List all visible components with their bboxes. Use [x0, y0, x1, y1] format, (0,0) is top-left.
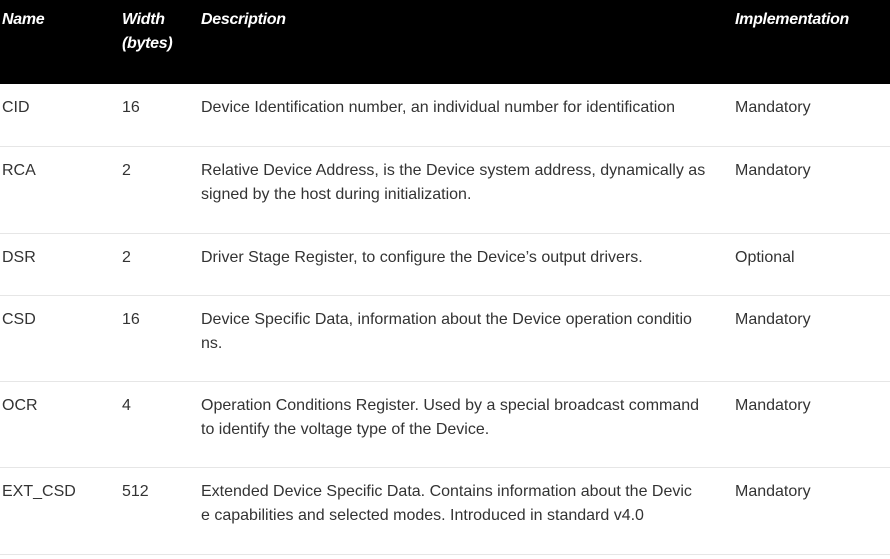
column-header-implementation: Implementation [735, 11, 850, 28]
registers-table: Name Width (bytes) Description Implement… [0, 0, 890, 555]
table-header: Name Width (bytes) Description Implement… [0, 0, 890, 84]
cell-name: RCA [2, 162, 36, 179]
cell-implementation: Mandatory [735, 99, 811, 116]
table-row: RCA 2 Relative Device Address, is the De… [0, 147, 890, 234]
cell-width: 16 [122, 311, 140, 328]
cell-description: Operation Conditions Register. Used by a… [201, 397, 700, 438]
column-header-name: Name [2, 11, 45, 28]
cell-width: 512 [122, 483, 149, 500]
cell-description: Relative Device Address, is the Device s… [201, 162, 706, 203]
table-row: CID 16 Device Identification number, an … [0, 84, 890, 147]
table-row: OCR 4 Operation Conditions Register. Use… [0, 382, 890, 468]
cell-implementation: Mandatory [735, 311, 811, 328]
cell-description: Device Identification number, an individ… [201, 99, 676, 116]
cell-description: Extended Device Specific Data. Contains … [201, 483, 692, 524]
cell-implementation: Mandatory [735, 162, 811, 179]
cell-description: Driver Stage Register, to configure the … [201, 249, 643, 266]
cell-width: 16 [122, 99, 140, 116]
table-row: EXT_CSD 512 Extended Device Specific Dat… [0, 468, 890, 555]
table-row: CSD 16 Device Specific Data, information… [0, 296, 890, 382]
cell-width: 4 [122, 397, 131, 414]
table-row: DSR 2 Driver Stage Register, to configur… [0, 234, 890, 296]
cell-name: DSR [2, 249, 36, 266]
cell-name: OCR [2, 397, 38, 414]
cell-width: 2 [122, 162, 131, 179]
cell-name: EXT_CSD [2, 483, 76, 500]
column-header-width: Width (bytes) [122, 11, 173, 52]
cell-name: CSD [2, 311, 36, 328]
cell-implementation: Mandatory [735, 483, 811, 500]
column-header-description: Description [201, 11, 286, 28]
cell-width: 2 [122, 249, 131, 266]
cell-name: CID [2, 99, 30, 116]
cell-implementation: Mandatory [735, 397, 811, 414]
cell-description: Device Specific Data, information about … [201, 311, 692, 352]
cell-implementation: Optional [735, 249, 795, 266]
